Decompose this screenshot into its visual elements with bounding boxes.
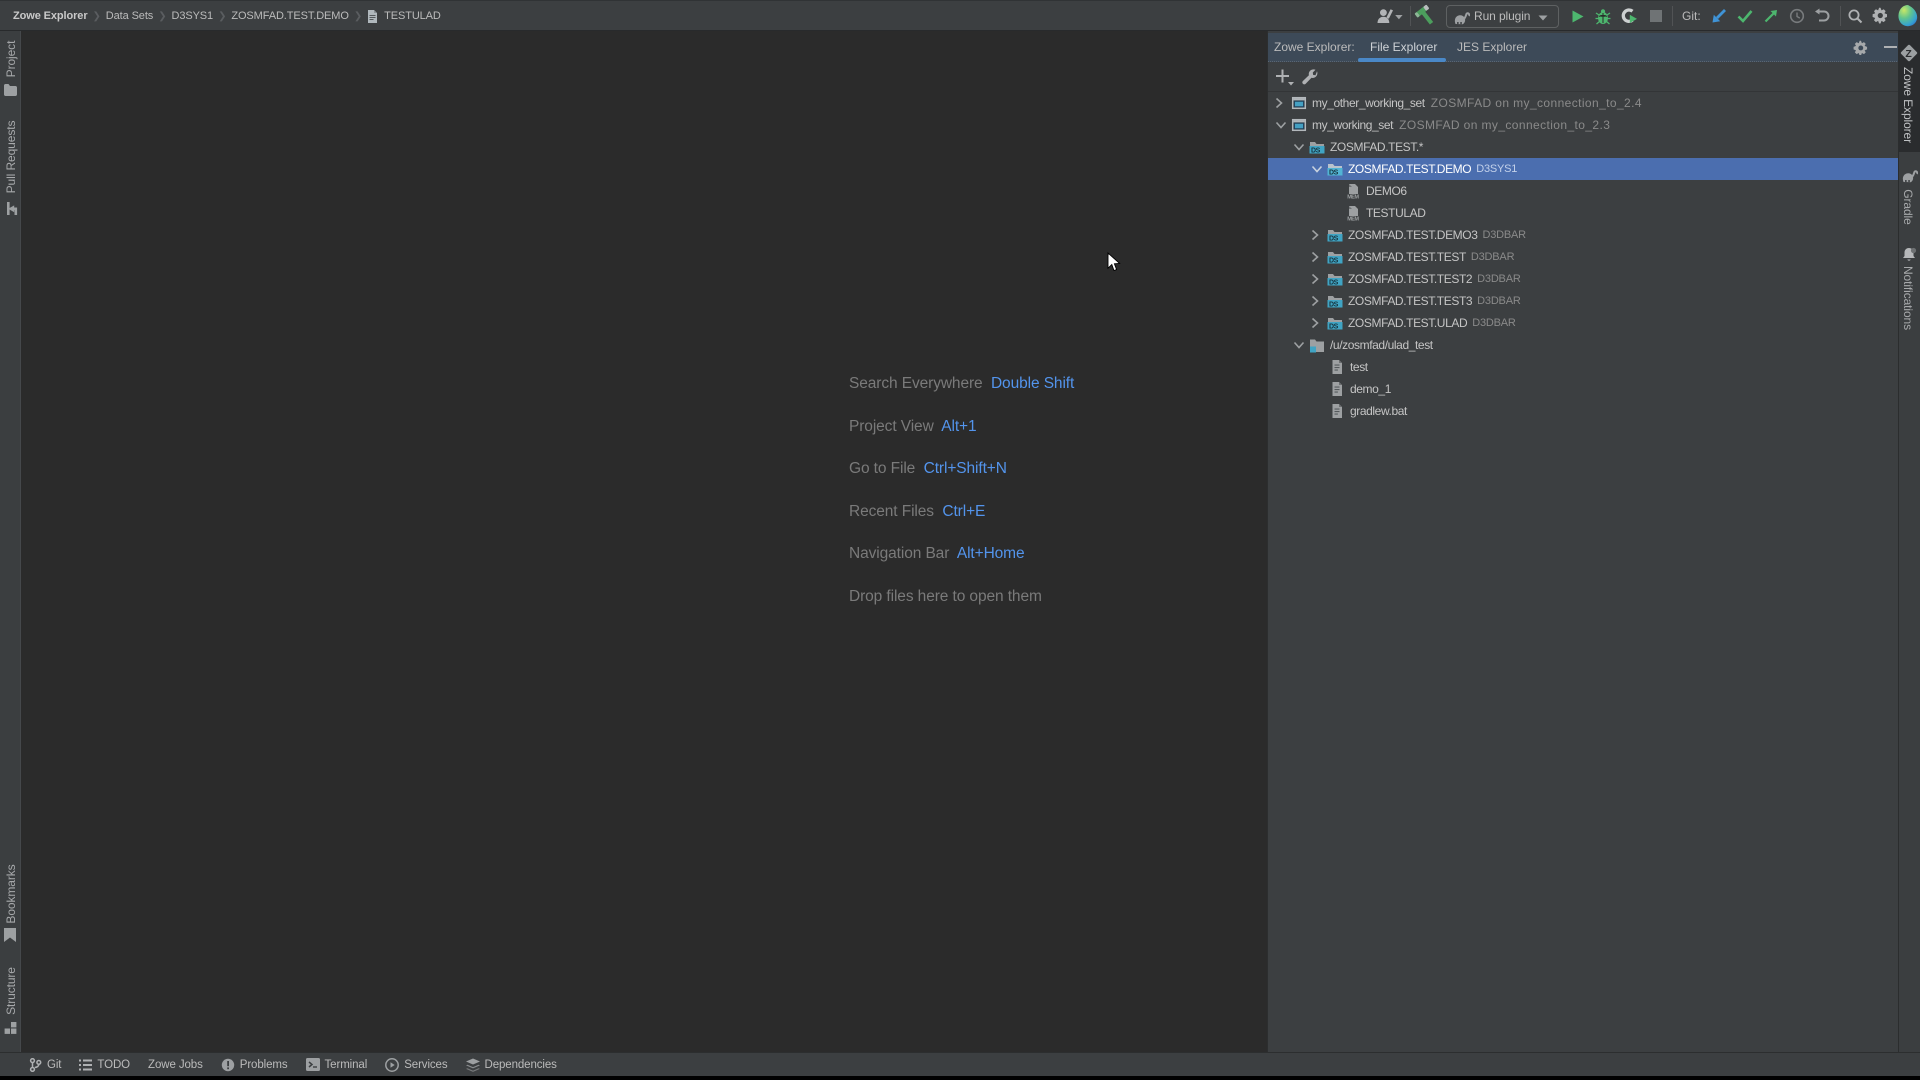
svg-text:DS: DS (1329, 280, 1339, 287)
svg-text:DS: DS (1311, 148, 1321, 155)
svg-text:MEM: MEM (1347, 195, 1359, 199)
svg-text:DS: DS (1329, 324, 1339, 331)
svg-text:DS: DS (1329, 236, 1339, 243)
svg-text:DS: DS (1329, 302, 1339, 309)
svg-text:DS: DS (1329, 170, 1339, 177)
svg-text:DS: DS (1329, 258, 1339, 265)
svg-text:MEM: MEM (1347, 217, 1359, 221)
